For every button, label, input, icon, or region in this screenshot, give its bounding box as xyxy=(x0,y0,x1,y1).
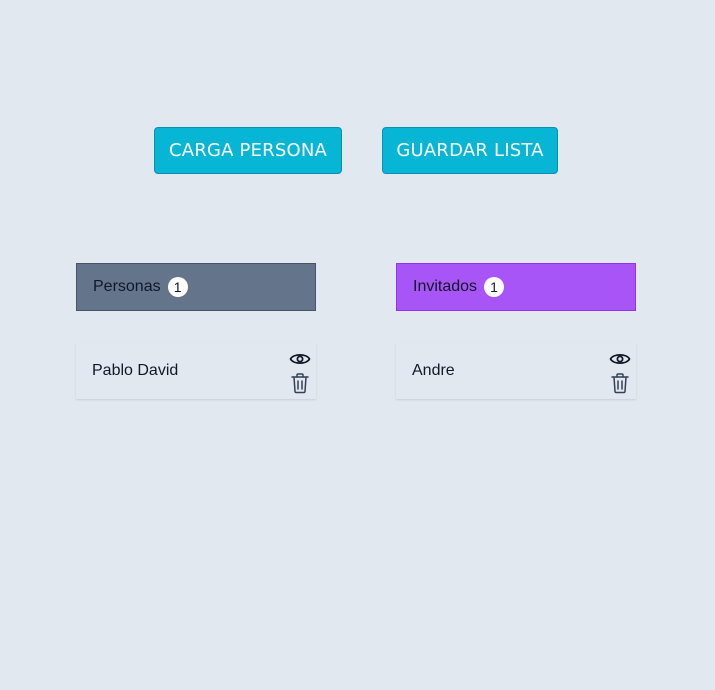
invitado-actions xyxy=(609,348,631,394)
invitado-list-item: Andre xyxy=(396,343,636,399)
trash-icon[interactable] xyxy=(289,372,311,394)
personas-title: Personas xyxy=(93,278,161,295)
eye-icon[interactable] xyxy=(609,348,631,370)
trash-icon[interactable] xyxy=(609,372,631,394)
invitados-count-badge: 1 xyxy=(484,277,505,297)
invitado-name: Andre xyxy=(412,362,455,379)
personas-header: Personas 1 xyxy=(76,263,316,311)
eye-icon[interactable] xyxy=(289,348,311,370)
personas-count-badge: 1 xyxy=(167,277,188,297)
persona-name: Pablo David xyxy=(92,362,179,379)
persona-actions xyxy=(289,348,311,394)
guardar-lista-button[interactable]: GUARDAR LISTA xyxy=(382,127,558,174)
persona-list-item: Pablo David xyxy=(76,343,316,399)
invitados-header: Invitados 1 xyxy=(396,263,636,311)
invitados-title: Invitados xyxy=(413,278,478,295)
carga-persona-button[interactable]: CARGA PERSONA xyxy=(154,127,342,174)
